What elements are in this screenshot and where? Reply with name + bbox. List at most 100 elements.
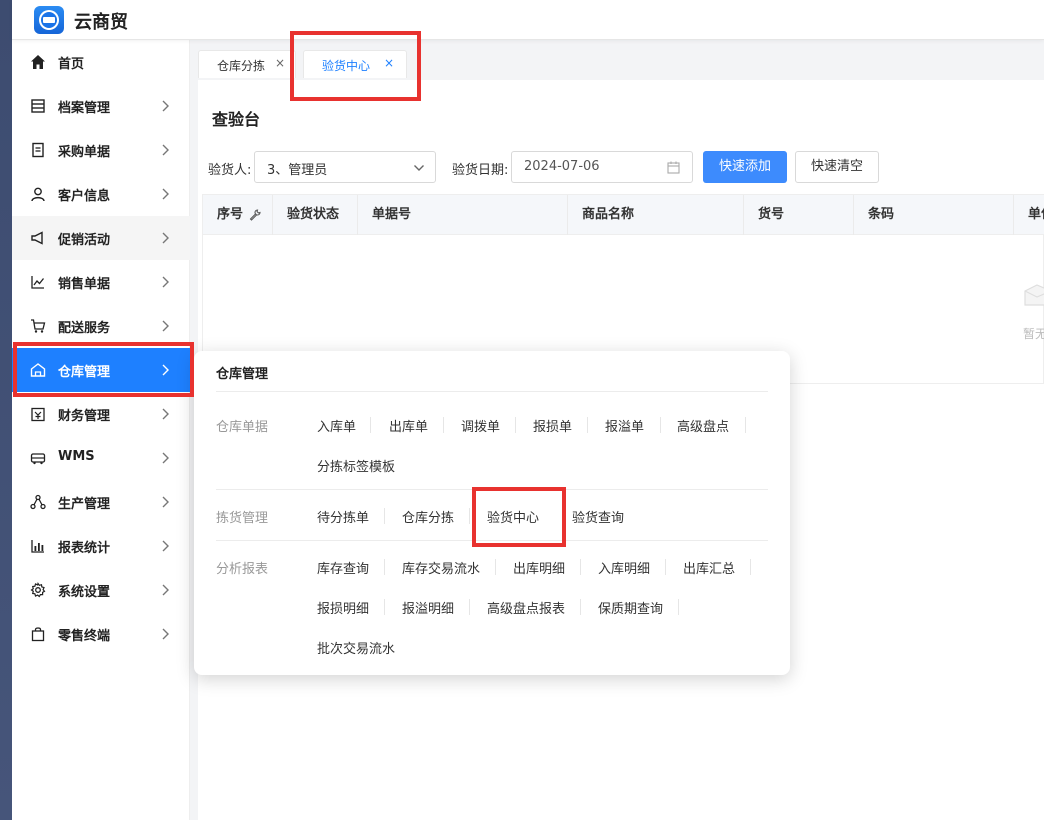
wrench-icon[interactable]: [249, 209, 261, 221]
inspector-select[interactable]: 3、管理员: [254, 151, 436, 183]
divider: [216, 391, 768, 392]
calendar-icon: [667, 161, 680, 174]
submenu-link-inbound-detail[interactable]: 入库明细: [598, 558, 650, 577]
tab-label: 仓库分拣: [217, 59, 266, 73]
sidebar: 首页 档案管理 采购单据 客户信息 促销活动 销售单据 配送服务 仓库管理 财务…: [12, 40, 190, 820]
submenu-link-outbound[interactable]: 出库单: [389, 416, 428, 435]
sidebar-item-settings[interactable]: 系统设置: [12, 568, 190, 612]
close-icon[interactable]: ×: [275, 56, 285, 70]
column-header-unit[interactable]: 单位: [1014, 195, 1044, 235]
column-header-item-number[interactable]: 货号: [744, 195, 854, 235]
chevron-right-icon: [162, 364, 169, 376]
chevron-right-icon: [162, 540, 169, 552]
separator: [443, 417, 444, 433]
submenu-link-outbound-detail[interactable]: 出库明细: [513, 558, 565, 577]
bar-chart-icon: [31, 540, 44, 553]
submenu-link-sorting-label-template[interactable]: 分拣标签模板: [317, 456, 395, 475]
sidebar-item-label: 促销活动: [58, 233, 111, 248]
sidebar-item-warehouse[interactable]: 仓库管理: [12, 348, 190, 392]
column-header-status[interactable]: 验货状态: [273, 195, 358, 235]
submenu-link-batch-transactions[interactable]: 批次交易流水: [317, 638, 395, 657]
empty-text: 暂无: [1023, 327, 1044, 341]
sidebar-item-production[interactable]: 生产管理: [12, 480, 190, 524]
finance-icon: [31, 407, 45, 422]
column-header-index[interactable]: 序号: [203, 195, 273, 235]
submenu-title: 仓库管理: [216, 367, 269, 382]
separator: [370, 417, 371, 433]
sidebar-item-home[interactable]: 首页: [12, 40, 190, 84]
separator: [469, 508, 470, 524]
submenu-link-overflow-detail[interactable]: 报溢明细: [402, 598, 454, 617]
table-header: 序号 验货状态 单据号 商品名称 货号 条码 单位: [203, 195, 1044, 235]
sidebar-item-label: 配送服务: [58, 321, 111, 336]
sidebar-item-label: 采购单据: [58, 145, 111, 160]
user-icon: [31, 187, 45, 202]
submenu-link-shelf-life-query[interactable]: 保质期查询: [598, 598, 663, 617]
submenu-link-stock-transactions[interactable]: 库存交易流水: [402, 558, 480, 577]
quick-clear-button[interactable]: 快速清空: [795, 151, 879, 183]
line-chart-icon: [31, 276, 45, 289]
column-header-product-name[interactable]: 商品名称: [568, 195, 744, 235]
sidebar-item-label: 零售终端: [58, 629, 111, 644]
nodes-icon: [30, 494, 46, 510]
sidebar-item-purchase[interactable]: 采购单据: [12, 128, 190, 172]
submenu-link-outbound-summary[interactable]: 出库汇总: [683, 558, 735, 577]
inspector-value: 3、管理员: [267, 163, 328, 178]
sidebar-item-label: 仓库管理: [58, 365, 111, 380]
separator: [469, 599, 470, 615]
sidebar-item-label: 系统设置: [58, 585, 111, 600]
inspector-label: 验货人:: [208, 163, 252, 178]
submenu-group-warehouse-docs: 仓库单据: [216, 420, 269, 435]
sidebar-item-label: 客户信息: [58, 189, 111, 204]
submenu-link-stock-query[interactable]: 库存查询: [317, 558, 369, 577]
sidebar-item-finance[interactable]: 财务管理: [12, 392, 190, 436]
sidebar-item-promotion[interactable]: 促销活动: [12, 216, 190, 260]
submenu-link-advanced-stocktake-report[interactable]: 高级盘点报表: [487, 598, 565, 617]
submenu-group-picking: 拣货管理: [216, 511, 269, 526]
date-picker[interactable]: 2024-07-06: [511, 151, 693, 183]
close-icon[interactable]: ×: [384, 56, 394, 70]
submenu-link-warehouse-sorting[interactable]: 仓库分拣: [402, 507, 454, 526]
sidebar-item-retail[interactable]: 零售终端: [12, 612, 190, 656]
chevron-right-icon: [162, 188, 169, 200]
sidebar-item-wms[interactable]: WMS: [12, 436, 190, 480]
chevron-right-icon: [162, 628, 169, 640]
chevron-right-icon: [162, 276, 169, 288]
separator: [660, 417, 661, 433]
date-label: 验货日期:: [452, 163, 509, 178]
quick-add-button[interactable]: 快速添加: [703, 151, 787, 183]
tab-bar: 仓库分拣 × 验货中心 ×: [190, 40, 1044, 80]
cart-icon: [31, 319, 46, 333]
sidebar-item-delivery[interactable]: 配送服务: [12, 304, 190, 348]
submenu-link-transfer[interactable]: 调拨单: [461, 416, 500, 435]
column-header-barcode[interactable]: 条码: [854, 195, 1014, 235]
sidebar-item-archive[interactable]: 档案管理: [12, 84, 190, 128]
sidebar-item-sales[interactable]: 销售单据: [12, 260, 190, 304]
submenu-link-loss-detail[interactable]: 报损明细: [317, 598, 369, 617]
separator: [384, 508, 385, 524]
desktop-edge: [0, 0, 12, 820]
submenu-link-inspection-query[interactable]: 验货查询: [572, 507, 624, 526]
sidebar-item-label: 档案管理: [58, 101, 111, 116]
submenu-link-loss[interactable]: 报损单: [533, 416, 572, 435]
submenu-link-inspection-center[interactable]: 验货中心: [487, 507, 539, 526]
sidebar-item-reports[interactable]: 报表统计: [12, 524, 190, 568]
sidebar-item-label: 生产管理: [58, 497, 111, 512]
submenu-link-inbound[interactable]: 入库单: [317, 416, 356, 435]
separator: [384, 559, 385, 575]
sidebar-item-customer[interactable]: 客户信息: [12, 172, 190, 216]
chevron-down-icon: [414, 165, 424, 171]
column-header-doc-number[interactable]: 单据号: [358, 195, 568, 235]
submenu-link-overflow[interactable]: 报溢单: [605, 416, 644, 435]
submenu-link-pending-sort[interactable]: 待分拣单: [317, 507, 369, 526]
app-title: 云商贸: [74, 12, 128, 33]
submenu-group-analysis: 分析报表: [216, 562, 269, 577]
chevron-right-icon: [162, 584, 169, 596]
tab-label: 验货中心: [322, 59, 371, 73]
submenu-link-advanced-stocktake[interactable]: 高级盘点: [677, 416, 729, 435]
warehouse-submenu: 仓库管理 仓库单据 入库单 出库单 调拨单 报损单 报溢单 高级盘点 分拣标签模…: [194, 351, 790, 675]
divider: [216, 540, 768, 541]
divider: [216, 489, 768, 490]
tab-inspection-center[interactable]: 验货中心 ×: [303, 50, 407, 78]
tab-warehouse-sorting[interactable]: 仓库分拣 ×: [198, 50, 296, 78]
